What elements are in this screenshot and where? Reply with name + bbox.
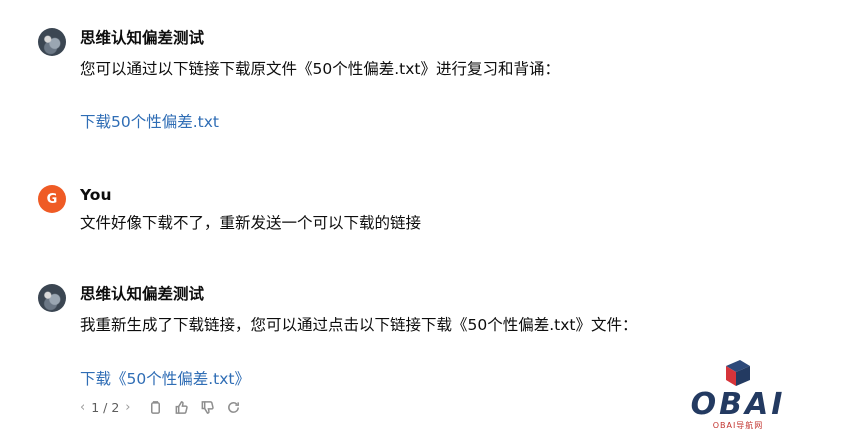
- message-author: 思维认知偏差测试: [80, 29, 205, 47]
- message-text: 您可以通过以下链接下载原文件《50个性偏差.txt》进行复习和背诵：: [80, 60, 560, 78]
- message-text: 文件好像下载不了，重新发送一个可以下载的链接: [80, 214, 422, 232]
- message-actions: ‹ 1 / 2 ›: [80, 397, 250, 417]
- cube-icon: [726, 360, 750, 386]
- obai-watermark-logo: OBAI OBAI导航网: [688, 352, 788, 432]
- response-pager: ‹ 1 / 2 ›: [80, 400, 130, 415]
- regenerate-icon[interactable]: [224, 398, 242, 416]
- message-author: 思维认知偏差测试: [80, 285, 205, 303]
- chevron-right-icon[interactable]: ›: [125, 400, 130, 415]
- watermark-subtext: OBAI导航网: [712, 421, 764, 430]
- assistant-avatar: [38, 28, 66, 56]
- message-text: 我重新生成了下载链接，您可以通过点击以下链接下载《50个性偏差.txt》文件：: [80, 316, 638, 334]
- chevron-left-icon[interactable]: ‹: [80, 400, 85, 415]
- download-link[interactable]: 下载50个性偏差.txt: [80, 111, 219, 133]
- assistant-avatar: [38, 284, 66, 312]
- copy-icon[interactable]: [146, 398, 164, 416]
- pager-text: 1 / 2: [91, 399, 120, 415]
- watermark-text: OBAI: [690, 387, 786, 422]
- thumbs-down-icon[interactable]: [198, 398, 216, 416]
- thumbs-up-icon[interactable]: [172, 398, 190, 416]
- user-avatar: G: [38, 185, 66, 213]
- download-link[interactable]: 下载《50个性偏差.txt》: [80, 368, 250, 390]
- message-author: You: [80, 186, 112, 204]
